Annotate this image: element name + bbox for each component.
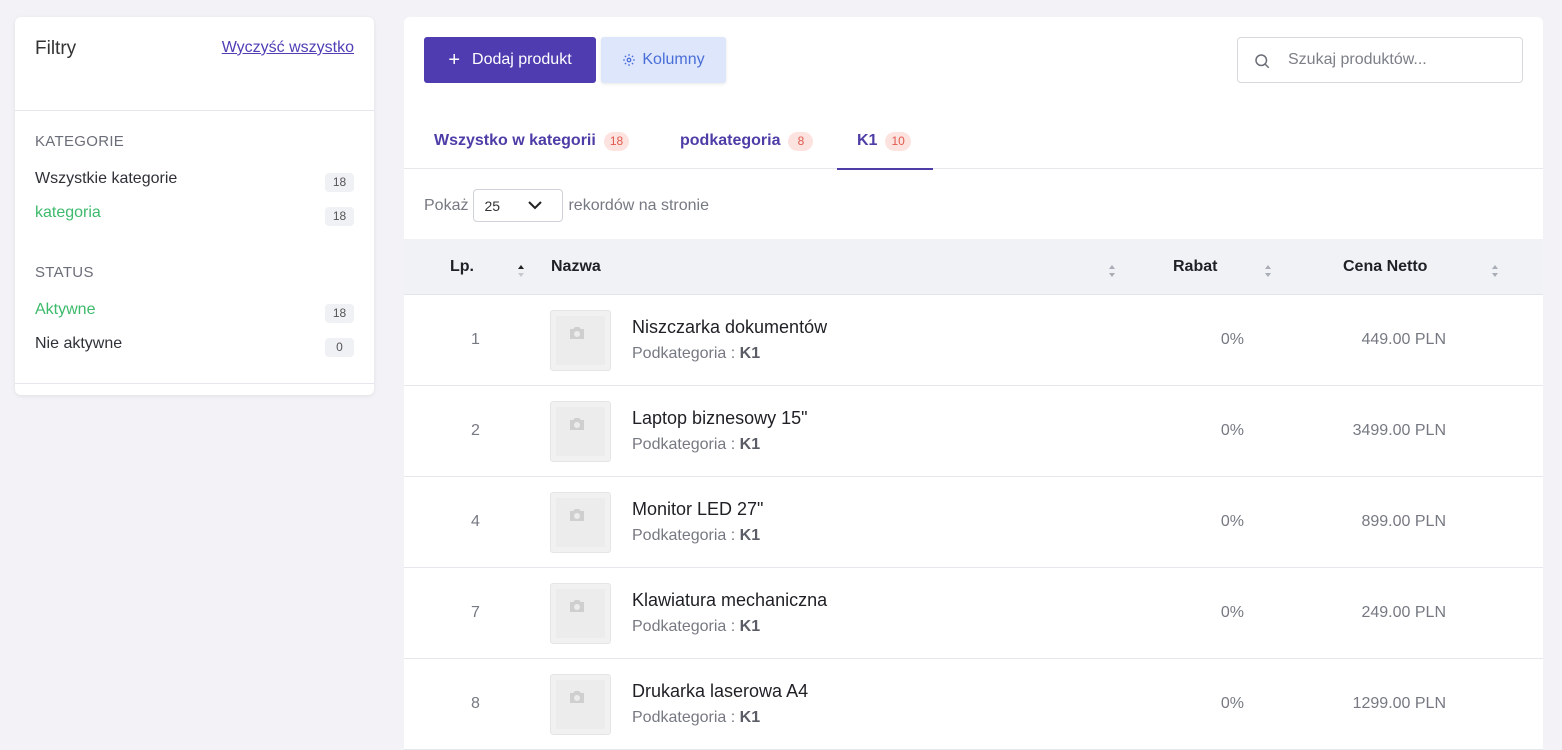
show-label: Pokaż xyxy=(424,196,469,214)
product-thumbnail xyxy=(550,310,611,371)
columns-label: Kolumny xyxy=(642,51,705,68)
column-header-name[interactable]: Nazwa xyxy=(551,258,601,276)
tab-label: K1 xyxy=(857,132,878,149)
camera-icon xyxy=(570,327,584,339)
table-row[interactable]: 7 Klawiatura mechaniczna Podkategoria : … xyxy=(404,568,1543,659)
table-row[interactable]: 1 Niszczarka dokumentów Podkategoria : K… xyxy=(404,295,1543,386)
add-product-label: Dodaj produkt xyxy=(472,51,572,68)
row-discount: 0% xyxy=(1220,422,1244,439)
camera-icon xyxy=(570,509,584,521)
camera-icon xyxy=(570,418,584,430)
table-row[interactable]: 4 Monitor LED 27" Podkategoria : K1 0% 8… xyxy=(404,477,1543,568)
camera-icon xyxy=(570,600,584,612)
sort-icon[interactable] xyxy=(1264,264,1272,278)
categories-section: KATEGORIE Wszystkie kategorie 18 kategor… xyxy=(35,133,354,232)
status-title: STATUS xyxy=(35,264,94,281)
row-lp: 4 xyxy=(471,513,480,530)
filter-item-active[interactable]: Aktywne 18 xyxy=(35,295,354,329)
filter-label[interactable]: Aktywne xyxy=(35,301,95,319)
plus-icon: + xyxy=(448,49,461,71)
search-input[interactable] xyxy=(1288,38,1513,82)
tab-all-in-category[interactable]: Wszystko w kategorii 18 xyxy=(434,113,630,169)
divider xyxy=(15,383,374,384)
product-name[interactable]: Monitor LED 27" xyxy=(632,499,763,520)
filter-item-kategoria[interactable]: kategoria 18 xyxy=(35,198,354,232)
product-thumbnail xyxy=(550,492,611,553)
product-subcategory: Podkategoria : K1 xyxy=(632,618,761,635)
page-size-select[interactable]: 25 xyxy=(473,189,564,222)
filters-panel: Filtry Wyczyść wszystko KATEGORIE Wszyst… xyxy=(15,17,374,395)
product-subcategory: Podkategoria : K1 xyxy=(632,345,761,362)
status-section: STATUS Aktywne 18 Nie aktywne 0 xyxy=(35,264,354,363)
filter-count: 0 xyxy=(325,338,354,357)
product-thumbnail xyxy=(550,583,611,644)
filter-label[interactable]: Nie aktywne xyxy=(35,335,122,353)
product-name[interactable]: Klawiatura mechaniczna xyxy=(632,590,827,611)
row-price: 449.00 PLN xyxy=(1361,331,1446,348)
products-panel: + Dodaj produkt Kolumny Wszystko w kateg… xyxy=(404,17,1543,750)
tab-podkategoria[interactable]: podkategoria 8 xyxy=(680,113,814,169)
page-size-control: Pokaż 25 rekordów na stronie xyxy=(424,189,709,222)
product-subcategory: Podkategoria : K1 xyxy=(632,709,761,726)
columns-button[interactable]: Kolumny xyxy=(601,37,726,83)
filter-label[interactable]: Wszystkie kategorie xyxy=(35,170,177,188)
clear-all-link[interactable]: Wyczyść wszystko xyxy=(222,39,354,57)
add-product-button[interactable]: + Dodaj produkt xyxy=(424,37,596,83)
row-price: 899.00 PLN xyxy=(1361,513,1446,530)
row-lp: 2 xyxy=(471,422,480,439)
filters-header: Filtry Wyczyść wszystko xyxy=(15,17,374,111)
tab-label: Wszystko w kategorii xyxy=(434,132,596,149)
records-per-page-label: rekordów na stronie xyxy=(568,196,709,214)
filters-title: Filtry xyxy=(35,38,77,59)
table-row[interactable]: 8 Drukarka laserowa A4 Podkategoria : K1… xyxy=(404,659,1543,750)
product-subcategory: Podkategoria : K1 xyxy=(632,527,761,544)
product-subcategory: Podkategoria : K1 xyxy=(632,436,761,453)
camera-icon xyxy=(570,691,584,703)
page-size-value: 25 xyxy=(484,198,501,214)
sort-icon[interactable] xyxy=(1108,264,1116,278)
tab-k1[interactable]: K1 10 xyxy=(837,113,933,170)
tab-label: podkategoria xyxy=(680,132,781,149)
tab-count-badge: 10 xyxy=(885,131,911,151)
filter-count: 18 xyxy=(325,173,354,192)
categories-title: KATEGORIE xyxy=(35,133,125,150)
filter-label[interactable]: kategoria xyxy=(35,204,101,222)
filter-count: 18 xyxy=(325,304,354,323)
column-header-lp[interactable]: Lp. xyxy=(450,258,474,276)
search-icon xyxy=(1255,54,1270,69)
tab-count-badge: 8 xyxy=(788,131,814,151)
row-lp: 1 xyxy=(471,331,480,348)
row-discount: 0% xyxy=(1220,695,1244,712)
row-discount: 0% xyxy=(1220,513,1244,530)
row-price: 1299.00 PLN xyxy=(1352,695,1446,712)
row-lp: 7 xyxy=(471,604,480,621)
sort-asc-icon[interactable] xyxy=(517,264,525,278)
product-name[interactable]: Drukarka laserowa A4 xyxy=(632,681,808,702)
product-thumbnail xyxy=(550,674,611,735)
filter-item-all-categories[interactable]: Wszystkie kategorie 18 xyxy=(35,164,354,198)
sort-icon[interactable] xyxy=(1491,264,1499,278)
tab-count-badge: 18 xyxy=(603,131,630,151)
column-header-discount[interactable]: Rabat xyxy=(1173,258,1217,276)
column-header-price[interactable]: Cena Netto xyxy=(1343,258,1427,276)
product-name[interactable]: Laptop biznesowy 15" xyxy=(632,408,808,429)
table-row[interactable]: 2 Laptop biznesowy 15" Podkategoria : K1… xyxy=(404,386,1543,477)
product-name[interactable]: Niszczarka dokumentów xyxy=(632,317,827,338)
row-lp: 8 xyxy=(471,695,480,712)
search-box[interactable] xyxy=(1237,37,1523,83)
category-tabs: Wszystko w kategorii 18 podkategoria 8 K… xyxy=(404,113,1543,170)
filter-item-inactive[interactable]: Nie aktywne 0 xyxy=(35,329,354,363)
chevron-down-icon xyxy=(528,201,543,210)
product-thumbnail xyxy=(550,401,611,462)
row-price: 249.00 PLN xyxy=(1361,604,1446,621)
row-price: 3499.00 PLN xyxy=(1352,422,1446,439)
row-discount: 0% xyxy=(1220,331,1244,348)
table-header: Lp. Nazwa Rabat Cena Netto xyxy=(404,239,1543,295)
filter-count: 18 xyxy=(325,207,354,226)
row-discount: 0% xyxy=(1220,604,1244,621)
gear-icon xyxy=(623,54,636,66)
